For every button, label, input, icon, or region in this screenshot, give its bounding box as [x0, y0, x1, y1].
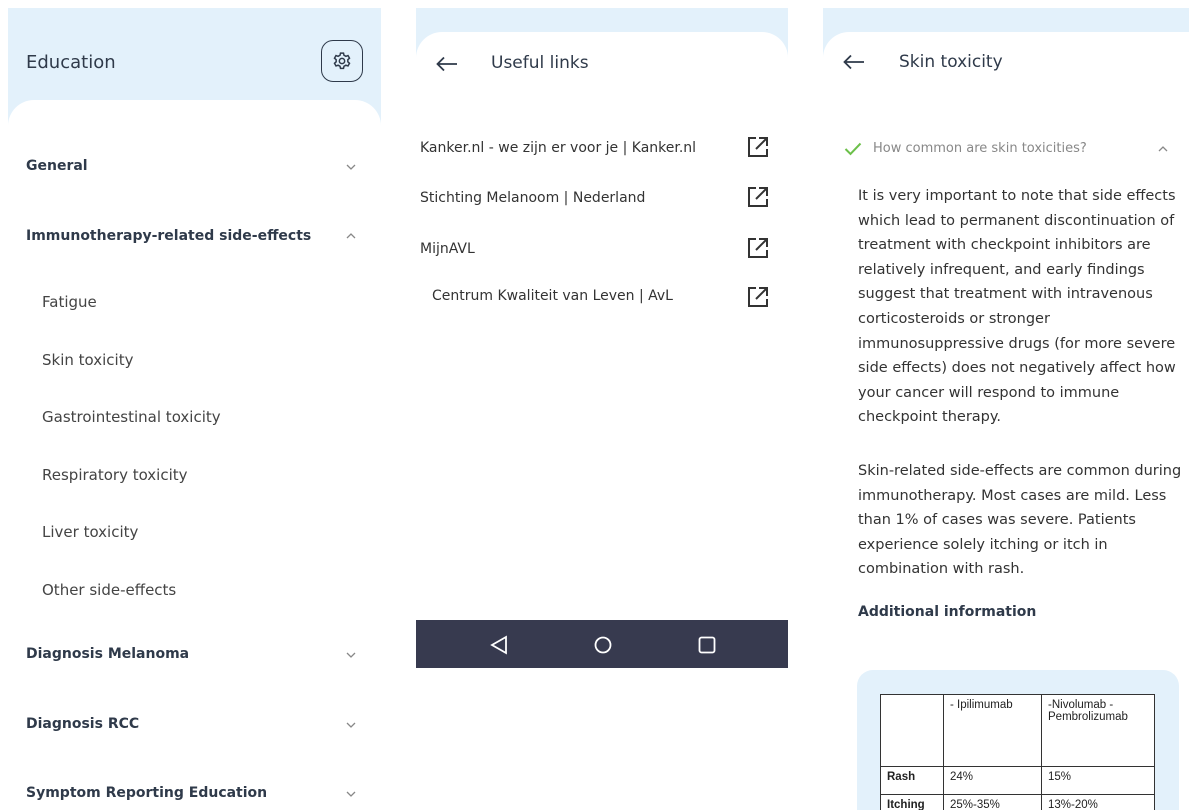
- table-cell-rash-label: Rash: [880, 766, 944, 795]
- table-header-ipilimumab: - Ipilimumab: [943, 694, 1042, 767]
- faq-question[interactable]: How common are skin toxicities?: [873, 141, 1087, 156]
- item-respiratory-toxicity[interactable]: Respiratory toxicity: [42, 466, 188, 484]
- external-link-icon[interactable]: [747, 186, 769, 208]
- gear-icon: [333, 52, 351, 70]
- item-liver-toxicity[interactable]: Liver toxicity: [42, 523, 138, 541]
- table-cell-itching-nivo: 13%-20%: [1041, 794, 1155, 810]
- chevron-down-icon[interactable]: [344, 718, 358, 732]
- article-card: Skin toxicity How common are skin toxici…: [823, 32, 1189, 810]
- section-diagnosis-melanoma[interactable]: Diagnosis Melanoma: [26, 646, 189, 662]
- table-header-empty: [880, 694, 944, 767]
- chevron-down-icon[interactable]: [344, 648, 358, 662]
- table-cell-itching-label: Itching: [880, 794, 944, 810]
- table-cell-rash-ipi: 24%: [943, 766, 1042, 795]
- section-diagnosis-rcc[interactable]: Diagnosis RCC: [26, 716, 139, 732]
- link-stichting-melanoom[interactable]: Stichting Melanoom | Nederland: [420, 190, 645, 206]
- item-fatigue[interactable]: Fatigue: [42, 293, 97, 311]
- link-mijnavl[interactable]: MijnAVL: [420, 241, 475, 257]
- answer-paragraph-1: It is very important to note that side e…: [858, 188, 1176, 426]
- check-icon: [844, 142, 862, 156]
- item-gastrointestinal-toxicity[interactable]: Gastrointestinal toxicity: [42, 408, 221, 426]
- square-recents-icon[interactable]: [698, 636, 716, 654]
- item-skin-toxicity[interactable]: Skin toxicity: [42, 351, 133, 369]
- page-title: Education: [26, 52, 116, 73]
- section-general[interactable]: General: [26, 158, 88, 174]
- chevron-down-icon[interactable]: [344, 787, 358, 801]
- table-cell-rash-nivo: 15%: [1041, 766, 1155, 795]
- additional-info-heading: Additional information: [858, 604, 1037, 620]
- chevron-up-icon[interactable]: [1156, 142, 1170, 156]
- android-navbar: [416, 620, 788, 668]
- triangle-back-icon[interactable]: [490, 635, 508, 655]
- settings-button[interactable]: [321, 40, 363, 82]
- skin-toxicity-screen: Skin toxicity How common are skin toxici…: [823, 8, 1189, 810]
- link-centrum-kwaliteit[interactable]: Centrum Kwaliteit van Leven | AvL: [432, 288, 673, 304]
- external-link-icon[interactable]: [747, 237, 769, 259]
- link-kanker-nl[interactable]: Kanker.nl - we zijn er voor je | Kanker.…: [420, 140, 696, 156]
- table-header-nivolumab: -Nivolumab -Pembrolizumab: [1041, 694, 1155, 767]
- arrow-left-icon[interactable]: [843, 54, 865, 70]
- useful-links-screen: Useful links Kanker.nl - we zijn er voor…: [416, 8, 788, 668]
- links-card: Useful links Kanker.nl - we zijn er voor…: [416, 32, 788, 622]
- table-cell-itching-ipi: 25%-35%: [943, 794, 1042, 810]
- section-immunotherapy[interactable]: Immunotherapy-related side-effects: [26, 228, 311, 244]
- item-other-side-effects[interactable]: Other side-effects: [42, 581, 176, 599]
- answer-paragraph-2: Skin-related side-effects are common dur…: [858, 463, 1182, 578]
- education-screen: Education General Immunotherapy-related …: [8, 8, 381, 810]
- section-symptom-reporting[interactable]: Symptom Reporting Education: [26, 785, 267, 801]
- chevron-up-icon[interactable]: [344, 229, 358, 243]
- education-list: General Immunotherapy-related side-effec…: [8, 100, 381, 810]
- circle-home-icon[interactable]: [594, 636, 612, 654]
- arrow-left-icon[interactable]: [436, 56, 458, 72]
- external-link-icon[interactable]: [747, 136, 769, 158]
- toxicity-table: - Ipilimumab -Nivolumab -Pembrolizumab R…: [880, 694, 1155, 810]
- page-title: Skin toxicity: [899, 52, 1003, 72]
- chevron-down-icon[interactable]: [344, 160, 358, 174]
- external-link-icon[interactable]: [747, 286, 769, 308]
- page-title: Useful links: [491, 53, 589, 73]
